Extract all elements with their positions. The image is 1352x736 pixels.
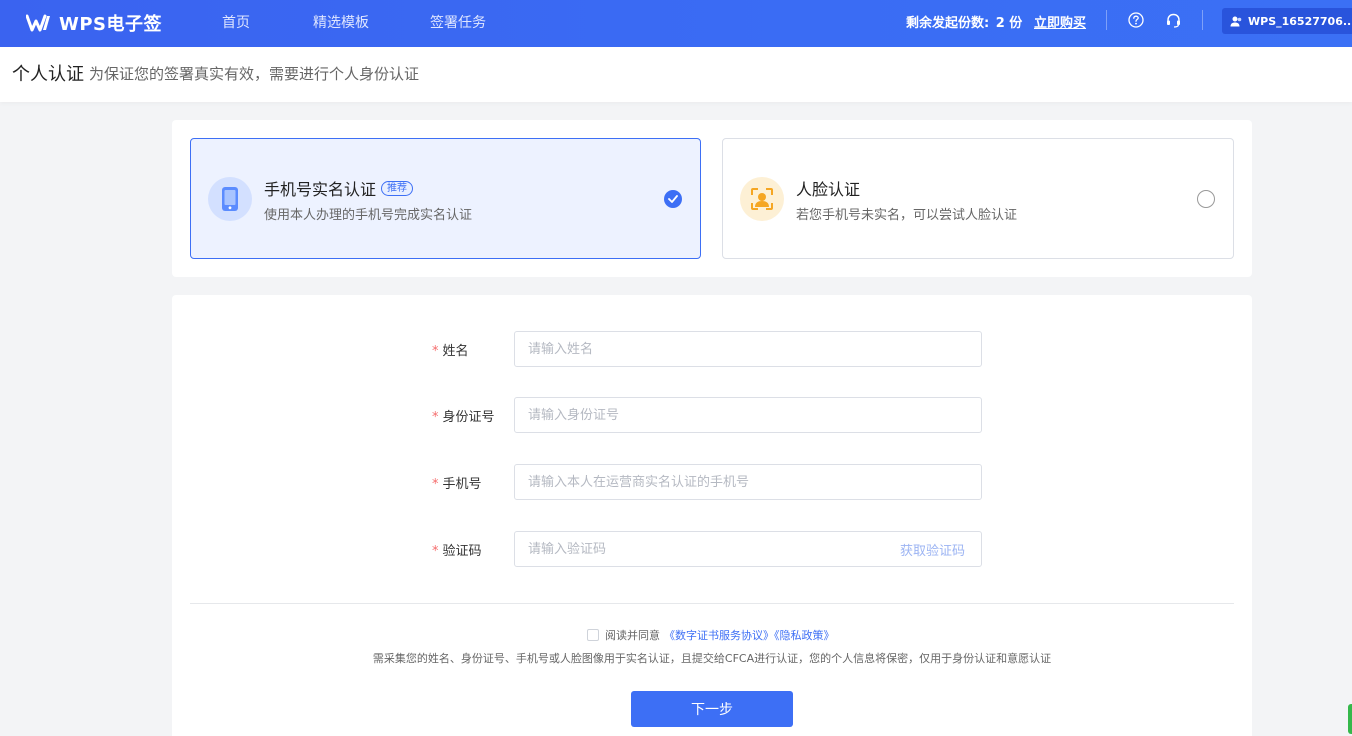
label-text: 验证码 (442, 544, 482, 559)
get-code-button[interactable]: 获取验证码 (900, 540, 965, 559)
id-number-input[interactable] (514, 397, 982, 433)
agreement-row: 阅读并同意 《数字证书服务协议》《隐私政策》 (587, 627, 835, 643)
field-label-code: * 验证码 (432, 540, 482, 559)
app-name: WPS电子签 (59, 14, 163, 35)
required-mark: * (432, 544, 439, 559)
top-nav-bar: WPS电子签 首页 精选模板 签署任务 剩余发起份数: 2 份 立即购买 WPS… (0, 0, 1352, 47)
field-label-phone: * 手机号 (432, 473, 482, 492)
required-mark: * (432, 344, 439, 359)
name-input[interactable] (514, 331, 982, 367)
customer-service-icon[interactable] (1165, 12, 1182, 29)
header-divider (1106, 10, 1107, 30)
privacy-notice: 需采集您的姓名、身份证号、手机号或人脸图像用于实名认证，且提交给CFCA进行认证… (372, 652, 1052, 665)
required-mark: * (432, 477, 439, 492)
quota-info: 剩余发起份数: 2 份 (906, 12, 1022, 31)
face-scan-icon (740, 177, 784, 221)
user-menu[interactable]: WPS_16527706... ^ (1222, 8, 1352, 34)
phone-icon (208, 177, 252, 221)
quota-label: 剩余发起份数: (906, 16, 990, 31)
agree-checkbox[interactable] (587, 629, 599, 641)
header-divider (1202, 10, 1203, 30)
recommend-badge: 推荐 (381, 180, 414, 196)
page-title: 个人认证 (12, 64, 84, 85)
method-title-text: 人脸认证 (796, 180, 861, 199)
verification-form: *姓名 *身份证号 *手机号 *验证码 获取验证码 阅读并同意 《数字证书服务协… (172, 295, 1252, 736)
next-step-button[interactable]: 下一步 (631, 691, 793, 727)
wps-logo-icon (26, 13, 54, 33)
buy-now-link[interactable]: 立即购买 (1034, 12, 1086, 31)
side-widget-tab[interactable] (1348, 704, 1352, 734)
method-title-text: 手机号实名认证 (264, 180, 377, 199)
field-label-id: * 身份证号 (432, 406, 495, 425)
method-desc-face: 若您手机号未实名，可以尝试人脸认证 (796, 208, 1018, 223)
form-row-phone: * 手机号 (172, 464, 1252, 500)
nav-sign-tasks[interactable]: 签署任务 (430, 12, 486, 32)
phone-input[interactable] (514, 464, 982, 500)
agree-text: 阅读并同意 (605, 629, 660, 642)
method-desc-phone: 使用本人办理的手机号完成实名认证 (264, 208, 473, 223)
radio-selected-icon[interactable] (664, 190, 682, 208)
help-icon[interactable] (1128, 12, 1144, 28)
user-name: WPS_16527706... (1248, 14, 1352, 28)
method-card-face[interactable]: 人脸认证 若您手机号未实名，可以尝试人脸认证 (722, 138, 1234, 259)
label-text: 手机号 (442, 477, 482, 492)
radio-unselected-icon[interactable] (1197, 190, 1215, 208)
nav-home[interactable]: 首页 (222, 12, 250, 32)
method-title-phone: 手机号实名认证 推荐 (264, 176, 414, 200)
method-title-face: 人脸认证 (796, 176, 860, 200)
auth-method-panel: 手机号实名认证 推荐 使用本人办理的手机号完成实名认证 人脸认证 若您手机号未实… (172, 120, 1252, 277)
method-card-phone[interactable]: 手机号实名认证 推荐 使用本人办理的手机号完成实名认证 (190, 138, 701, 259)
page-header: 个人认证 为保证您的签署真实有效，需要进行个人身份认证 (0, 47, 1352, 102)
form-row-name: * 姓名 (172, 331, 1252, 367)
quota-value: 2 份 (995, 16, 1023, 31)
label-text: 姓名 (442, 344, 469, 359)
form-row-code: *验证码 获取验证码 (172, 531, 1252, 567)
label-text: 身份证号 (442, 410, 495, 425)
agreement-links[interactable]: 《数字证书服务协议》《隐私政策》 (664, 627, 835, 643)
form-row-id: * 身份证号 (172, 397, 1252, 433)
page-description: 为保证您的签署真实有效，需要进行个人身份认证 (89, 65, 420, 83)
field-label-name: * 姓名 (432, 340, 469, 359)
app-logo[interactable]: WPS电子签 (26, 10, 162, 36)
user-icon (1230, 16, 1242, 26)
nav-templates[interactable]: 精选模板 (313, 12, 369, 32)
required-mark: * (432, 410, 439, 425)
form-divider (190, 603, 1234, 604)
